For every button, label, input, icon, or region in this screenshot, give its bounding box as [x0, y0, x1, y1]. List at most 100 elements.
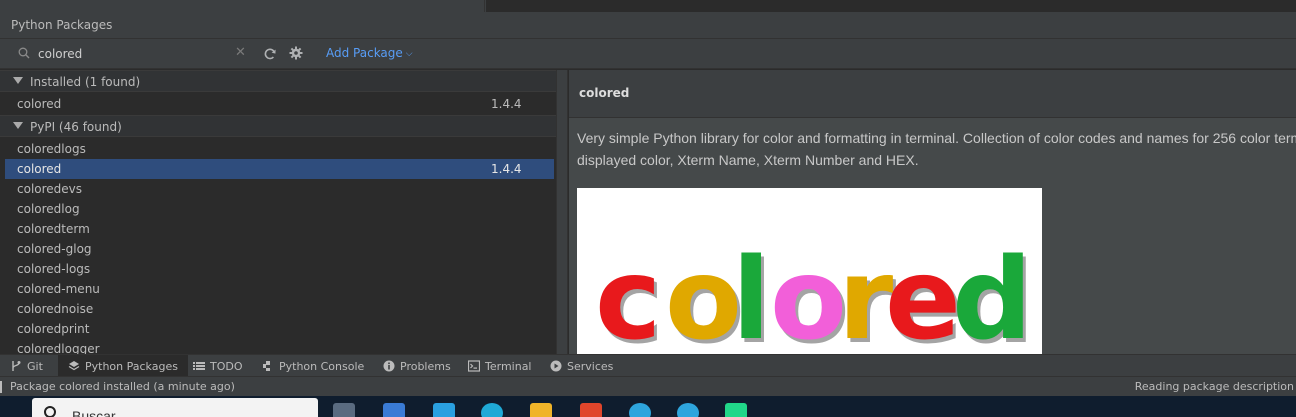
description-line-1: Very simple Python library for color and…	[577, 130, 1296, 146]
list-item[interactable]: coloredterm	[5, 219, 554, 239]
package-name: coloredprint	[17, 322, 90, 336]
expand-triangle-icon[interactable]	[13, 77, 23, 84]
list-item[interactable]: colored-glog	[5, 239, 554, 259]
tool-problems-label: Problems	[400, 359, 451, 373]
status-progress-text: Reading package description	[1134, 380, 1294, 393]
package-name: coloredlog	[17, 202, 80, 216]
tool-window-header: Python Packages	[0, 12, 1296, 39]
top-strip	[0, 0, 1296, 12]
tool-python-packages[interactable]: Python Packages	[58, 355, 188, 377]
tool-terminal-label: Terminal	[485, 359, 532, 373]
tool-problems[interactable]: Problems	[383, 355, 451, 377]
list-item-selected[interactable]: colored 1.4.4	[5, 159, 554, 179]
package-description: Very simple Python library for color and…	[577, 127, 1296, 171]
package-logo-image: c c o o l l o o r r e e d d	[577, 188, 1042, 354]
tool-services[interactable]: Services	[550, 355, 613, 377]
package-name: colored-logs	[17, 262, 91, 276]
package-name: coloredlogger	[17, 342, 100, 354]
package-name: colored-glog	[17, 242, 92, 256]
chevron-down-icon: ⌵	[405, 49, 413, 59]
package-name: coloredterm	[17, 222, 90, 236]
status-edge-marker	[0, 381, 2, 393]
tool-services-label: Services	[567, 359, 614, 373]
tool-window-bar: Git Python Packages TODO Python Console …	[0, 354, 1296, 377]
tool-python-console-label: Python Console	[279, 359, 365, 373]
group-pypi[interactable]: PyPI (46 found)	[0, 115, 556, 137]
add-package-label: Add Package	[326, 46, 403, 60]
tool-git[interactable]: Git	[10, 355, 43, 377]
status-bar: Package colored installed (a minute ago)…	[0, 376, 1296, 396]
package-name: colorednoise	[17, 302, 94, 316]
package-name: colored	[17, 162, 62, 176]
file-explorer-icon[interactable]	[530, 403, 552, 417]
svg-text:d: d	[952, 235, 1032, 354]
description-line-2: displayed color, Xterm Name, Xterm Numbe…	[577, 152, 919, 168]
package-list: Installed (1 found) colored 1.4.4 PyPI (…	[0, 70, 556, 354]
tool-todo[interactable]: TODO	[193, 355, 243, 377]
search-icon	[44, 406, 56, 417]
package-name: colored	[17, 97, 62, 111]
package-version: 1.4.4	[491, 162, 522, 176]
top-strip-left	[0, 0, 485, 12]
mail-icon[interactable]	[433, 403, 455, 417]
pane-splitter[interactable]	[556, 70, 568, 354]
list-item[interactable]: coloredlogger	[5, 339, 554, 354]
refresh-icon[interactable]	[263, 47, 277, 61]
panel-title: Python Packages	[11, 18, 113, 32]
tool-git-label: Git	[27, 359, 43, 373]
package-name: coloredevs	[17, 182, 83, 196]
store-icon[interactable]	[383, 403, 405, 417]
list-icon	[193, 362, 205, 370]
search-bar: ✕ Add Package⌵	[0, 39, 1296, 69]
svg-text:c: c	[595, 235, 661, 354]
svg-text:o: o	[770, 235, 847, 354]
colored-logo: c c o o l l o o r r e e d d	[595, 235, 1035, 354]
svg-text:l: l	[732, 235, 770, 354]
list-item[interactable]: coloredlog	[5, 199, 554, 219]
telegram-icon[interactable]	[629, 403, 651, 417]
git-branch-icon	[12, 361, 21, 371]
search-input[interactable]	[38, 45, 228, 63]
list-item[interactable]: colored-menu	[5, 279, 554, 299]
pycharm-icon[interactable]	[725, 403, 747, 417]
status-message[interactable]: Package colored installed (a minute ago)	[10, 380, 235, 393]
group-installed[interactable]: Installed (1 found)	[0, 70, 556, 92]
svg-text:o: o	[665, 235, 742, 354]
list-item[interactable]: colorednoise	[5, 299, 554, 319]
detail-title: colored	[579, 86, 630, 100]
brave-browser-icon[interactable]	[580, 403, 602, 417]
package-version: 1.4.4	[491, 97, 522, 111]
detail-header: colored	[569, 70, 1296, 118]
group-installed-label: Installed (1 found)	[30, 75, 141, 89]
task-view-icon[interactable]	[333, 403, 355, 417]
layers-icon	[68, 361, 80, 371]
list-item[interactable]: coloredlogs	[5, 139, 554, 159]
play-icon	[550, 360, 562, 372]
python-icon	[263, 361, 270, 371]
gear-icon[interactable]	[289, 46, 303, 60]
svg-text:e: e	[885, 235, 961, 354]
taskbar-search-placeholder: Buscar	[72, 408, 116, 417]
list-item[interactable]: coloredevs	[5, 179, 554, 199]
tool-python-packages-label: Python Packages	[85, 359, 178, 373]
list-item[interactable]: colored 1.4.4	[5, 94, 554, 114]
expand-triangle-icon[interactable]	[13, 122, 23, 129]
add-package-button[interactable]: Add Package ⌵	[326, 46, 413, 60]
top-strip-right	[486, 0, 1296, 12]
tool-terminal[interactable]: Terminal	[468, 355, 532, 377]
telegram-icon-2[interactable]	[677, 403, 699, 417]
tool-python-console[interactable]: Python Console	[262, 355, 364, 377]
list-item[interactable]: colored-logs	[5, 259, 554, 279]
terminal-icon	[468, 360, 480, 372]
tool-todo-label: TODO	[210, 359, 243, 373]
list-item[interactable]: coloredprint	[5, 319, 554, 339]
windows-taskbar: Buscar	[0, 396, 1296, 417]
package-detail-panel: colored Very simple Python library for c…	[569, 70, 1296, 354]
taskbar-search-box[interactable]: Buscar	[32, 398, 318, 417]
group-pypi-label: PyPI (46 found)	[30, 120, 122, 134]
search-icon	[18, 47, 30, 59]
package-name: coloredlogs	[17, 142, 86, 156]
clear-icon[interactable]: ✕	[235, 45, 247, 61]
info-icon	[383, 360, 395, 372]
edge-browser-icon[interactable]	[481, 403, 503, 417]
